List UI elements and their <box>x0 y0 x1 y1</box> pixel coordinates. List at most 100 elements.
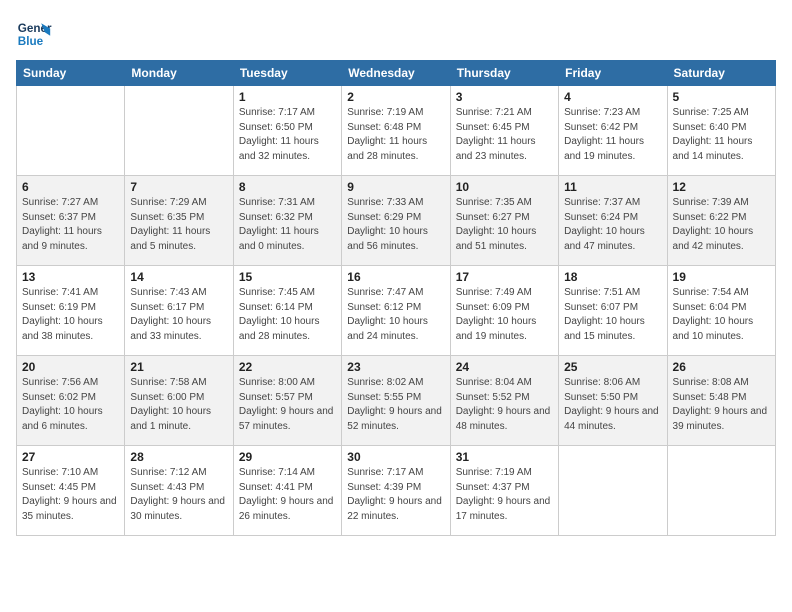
day-detail: Sunrise: 7:17 AM Sunset: 4:39 PM Dayligh… <box>347 466 444 524</box>
day-detail: Sunrise: 7:27 AM Sunset: 6:37 PM Dayligh… <box>22 196 119 254</box>
day-number: 11 <box>564 180 661 194</box>
day-detail: Sunrise: 8:06 AM Sunset: 5:50 PM Dayligh… <box>564 376 661 434</box>
day-detail: Sunrise: 7:17 AM Sunset: 6:50 PM Dayligh… <box>239 106 336 164</box>
column-header-thursday: Thursday <box>450 61 558 86</box>
day-number: 15 <box>239 270 336 284</box>
day-cell: 4Sunrise: 7:23 AM Sunset: 6:42 PM Daylig… <box>559 86 667 176</box>
day-number: 7 <box>130 180 227 194</box>
day-number: 21 <box>130 360 227 374</box>
day-number: 25 <box>564 360 661 374</box>
column-header-friday: Friday <box>559 61 667 86</box>
day-detail: Sunrise: 7:33 AM Sunset: 6:29 PM Dayligh… <box>347 196 444 254</box>
day-number: 8 <box>239 180 336 194</box>
day-cell <box>559 446 667 536</box>
page-header: General Blue <box>16 16 776 52</box>
day-number: 18 <box>564 270 661 284</box>
day-number: 28 <box>130 450 227 464</box>
day-cell: 2 Sunrise: 7:19 AM Sunset: 6:48 PM Daylig… <box>342 86 450 176</box>
day-cell: 9 Sunrise: 7:33 AM Sunset: 6:29 PM Daylig… <box>342 176 450 266</box>
day-number: 24 <box>456 360 553 374</box>
day-detail: Sunrise: 7:21 AM Sunset: 6:45 PM Dayligh… <box>456 106 553 164</box>
day-detail: Sunrise: 7:39 AM Sunset: 6:22 PM Dayligh… <box>673 196 770 254</box>
day-cell <box>125 86 233 176</box>
day-cell: 13 Sunrise: 7:41 AM Sunset: 6:19 PM Dayli… <box>17 266 125 356</box>
day-cell: 22 Sunrise: 8:00 AM Sunset: 5:57 PM Dayli… <box>233 356 341 446</box>
day-cell: 18Sunrise: 7:51 AM Sunset: 6:07 PM Dayli… <box>559 266 667 356</box>
day-number: 6 <box>22 180 119 194</box>
day-cell: 16 Sunrise: 7:47 AM Sunset: 6:12 PM Dayli… <box>342 266 450 356</box>
day-detail: Sunrise: 8:02 AM Sunset: 5:55 PM Dayligh… <box>347 376 444 434</box>
day-number: 1 <box>239 90 336 104</box>
column-header-wednesday: Wednesday <box>342 61 450 86</box>
day-detail: Sunrise: 8:00 AM Sunset: 5:57 PM Dayligh… <box>239 376 336 434</box>
day-cell: 12 Sunrise: 7:39 AM Sunset: 6:22 PM Dayli… <box>667 176 775 266</box>
day-cell: 21 Sunrise: 7:58 AM Sunset: 6:00 PM Dayli… <box>125 356 233 446</box>
day-cell: 14 Sunrise: 7:43 AM Sunset: 6:17 PM Dayli… <box>125 266 233 356</box>
day-number: 23 <box>347 360 444 374</box>
day-number: 30 <box>347 450 444 464</box>
day-cell: 24 Sunrise: 8:04 AM Sunset: 5:52 PM Dayli… <box>450 356 558 446</box>
column-header-monday: Monday <box>125 61 233 86</box>
day-number: 12 <box>673 180 770 194</box>
day-cell: 6 Sunrise: 7:27 AM Sunset: 6:37 PM Daylig… <box>17 176 125 266</box>
day-number: 17 <box>456 270 553 284</box>
calendar-table: SundayMondayTuesdayWednesdayThursdayFrid… <box>16 60 776 536</box>
day-number: 27 <box>22 450 119 464</box>
day-cell: 20Sunrise: 7:56 AM Sunset: 6:02 PM Dayli… <box>17 356 125 446</box>
day-detail: Sunrise: 7:45 AM Sunset: 6:14 PM Dayligh… <box>239 286 336 344</box>
day-detail: Sunrise: 7:23 AM Sunset: 6:42 PM Dayligh… <box>564 106 661 164</box>
day-cell: 1 Sunrise: 7:17 AM Sunset: 6:50 PM Daylig… <box>233 86 341 176</box>
day-detail: Sunrise: 7:43 AM Sunset: 6:17 PM Dayligh… <box>130 286 227 344</box>
day-cell: 5 Sunrise: 7:25 AM Sunset: 6:40 PM Daylig… <box>667 86 775 176</box>
day-number: 29 <box>239 450 336 464</box>
day-number: 22 <box>239 360 336 374</box>
day-number: 2 <box>347 90 444 104</box>
day-cell: 28Sunrise: 7:12 AM Sunset: 4:43 PM Dayli… <box>125 446 233 536</box>
day-cell: 31 Sunrise: 7:19 AM Sunset: 4:37 PM Dayli… <box>450 446 558 536</box>
day-number: 9 <box>347 180 444 194</box>
day-detail: Sunrise: 7:58 AM Sunset: 6:00 PM Dayligh… <box>130 376 227 434</box>
week-row-1: 1 Sunrise: 7:17 AM Sunset: 6:50 PM Daylig… <box>17 86 776 176</box>
day-cell: 3 Sunrise: 7:21 AM Sunset: 6:45 PM Daylig… <box>450 86 558 176</box>
week-row-2: 6 Sunrise: 7:27 AM Sunset: 6:37 PM Daylig… <box>17 176 776 266</box>
day-cell: 25 Sunrise: 8:06 AM Sunset: 5:50 PM Dayli… <box>559 356 667 446</box>
svg-text:Blue: Blue <box>18 35 44 48</box>
day-detail: Sunrise: 7:19 AM Sunset: 4:37 PM Dayligh… <box>456 466 553 524</box>
day-cell: 27 Sunrise: 7:10 AM Sunset: 4:45 PM Dayli… <box>17 446 125 536</box>
day-cell: 23 Sunrise: 8:02 AM Sunset: 5:55 PM Dayli… <box>342 356 450 446</box>
day-detail: Sunrise: 7:25 AM Sunset: 6:40 PM Dayligh… <box>673 106 770 164</box>
day-detail: Sunrise: 7:19 AM Sunset: 6:48 PM Dayligh… <box>347 106 444 164</box>
day-number: 10 <box>456 180 553 194</box>
day-number: 13 <box>22 270 119 284</box>
day-cell: 8Sunrise: 7:31 AM Sunset: 6:32 PM Daylig… <box>233 176 341 266</box>
day-number: 19 <box>673 270 770 284</box>
day-detail: Sunrise: 7:10 AM Sunset: 4:45 PM Dayligh… <box>22 466 119 524</box>
week-row-5: 27 Sunrise: 7:10 AM Sunset: 4:45 PM Dayli… <box>17 446 776 536</box>
day-detail: Sunrise: 7:49 AM Sunset: 6:09 PM Dayligh… <box>456 286 553 344</box>
day-detail: Sunrise: 7:29 AM Sunset: 6:35 PM Dayligh… <box>130 196 227 254</box>
day-cell <box>17 86 125 176</box>
day-number: 16 <box>347 270 444 284</box>
day-cell: 15 Sunrise: 7:45 AM Sunset: 6:14 PM Dayli… <box>233 266 341 356</box>
column-header-sunday: Sunday <box>17 61 125 86</box>
day-detail: Sunrise: 7:35 AM Sunset: 6:27 PM Dayligh… <box>456 196 553 254</box>
header-row: SundayMondayTuesdayWednesdayThursdayFrid… <box>17 61 776 86</box>
logo-icon: General Blue <box>16 16 52 52</box>
day-number: 5 <box>673 90 770 104</box>
day-detail: Sunrise: 8:04 AM Sunset: 5:52 PM Dayligh… <box>456 376 553 434</box>
day-detail: Sunrise: 8:08 AM Sunset: 5:48 PM Dayligh… <box>673 376 770 434</box>
day-cell: 11Sunrise: 7:37 AM Sunset: 6:24 PM Dayli… <box>559 176 667 266</box>
day-detail: Sunrise: 7:54 AM Sunset: 6:04 PM Dayligh… <box>673 286 770 344</box>
day-detail: Sunrise: 7:47 AM Sunset: 6:12 PM Dayligh… <box>347 286 444 344</box>
column-header-tuesday: Tuesday <box>233 61 341 86</box>
day-number: 26 <box>673 360 770 374</box>
day-number: 31 <box>456 450 553 464</box>
day-number: 20 <box>22 360 119 374</box>
day-number: 3 <box>456 90 553 104</box>
day-cell: 17 Sunrise: 7:49 AM Sunset: 6:09 PM Dayli… <box>450 266 558 356</box>
day-cell <box>667 446 775 536</box>
logo: General Blue <box>16 16 52 52</box>
day-number: 14 <box>130 270 227 284</box>
column-header-saturday: Saturday <box>667 61 775 86</box>
day-detail: Sunrise: 7:41 AM Sunset: 6:19 PM Dayligh… <box>22 286 119 344</box>
